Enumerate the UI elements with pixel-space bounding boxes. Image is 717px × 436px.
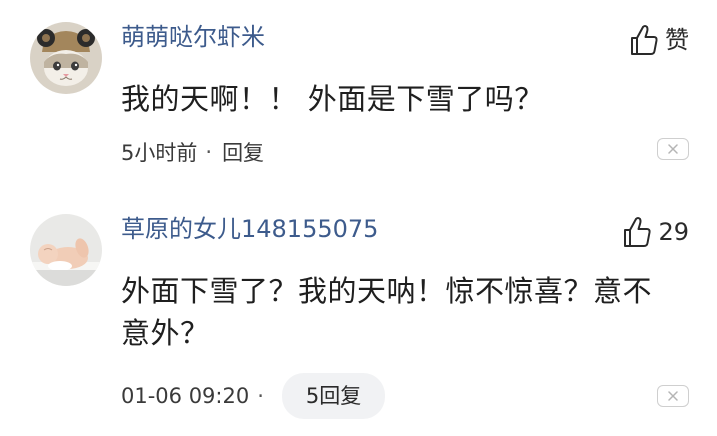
like-button[interactable]: 赞 [629,22,689,58]
like-button[interactable]: 29 [622,214,689,250]
cat-with-hat-avatar-icon [30,22,102,94]
like-label: 赞 [665,26,689,54]
avatar[interactable] [30,22,102,94]
baby-avatar-icon [30,214,102,286]
comment-meta: 5小时前 · 回复 [121,130,264,174]
comment-text: 我的天啊！！ 外面是下雪了吗？ [121,82,544,116]
comment-item: 萌萌哒尔虾米 赞 我的天啊！！ 外面是下雪了吗？ 5小时前 · 回复 [0,0,717,196]
close-icon [668,144,678,154]
username[interactable]: 草原的女儿148155075 [121,214,378,244]
separator-dot: · [257,384,264,408]
avatar[interactable] [30,214,102,286]
thumbs-up-icon [631,25,658,55]
dismiss-button[interactable] [657,138,689,160]
separator-dot: · [205,140,213,164]
thumbs-up-icon [624,217,652,247]
replies-button[interactable]: 5回复 [281,373,386,419]
comment-meta: 01-06 09:20 · 5回复 [121,373,386,419]
like-count: 29 [658,218,689,246]
username[interactable]: 萌萌哒尔虾米 [121,22,265,52]
reply-button[interactable]: 回复 [222,137,264,167]
timestamp: 01-06 09:20 [121,384,250,408]
close-icon [668,391,678,401]
comment-text: 外面下雪了？我的天呐！惊不惊喜？意不意外？ [121,274,653,350]
timestamp: 5小时前 [121,141,198,165]
comment-item: 草原的女儿148155075 29 外面下雪了？我的天呐！惊不惊喜？意不意外？ … [0,196,717,436]
dismiss-button[interactable] [657,385,689,407]
